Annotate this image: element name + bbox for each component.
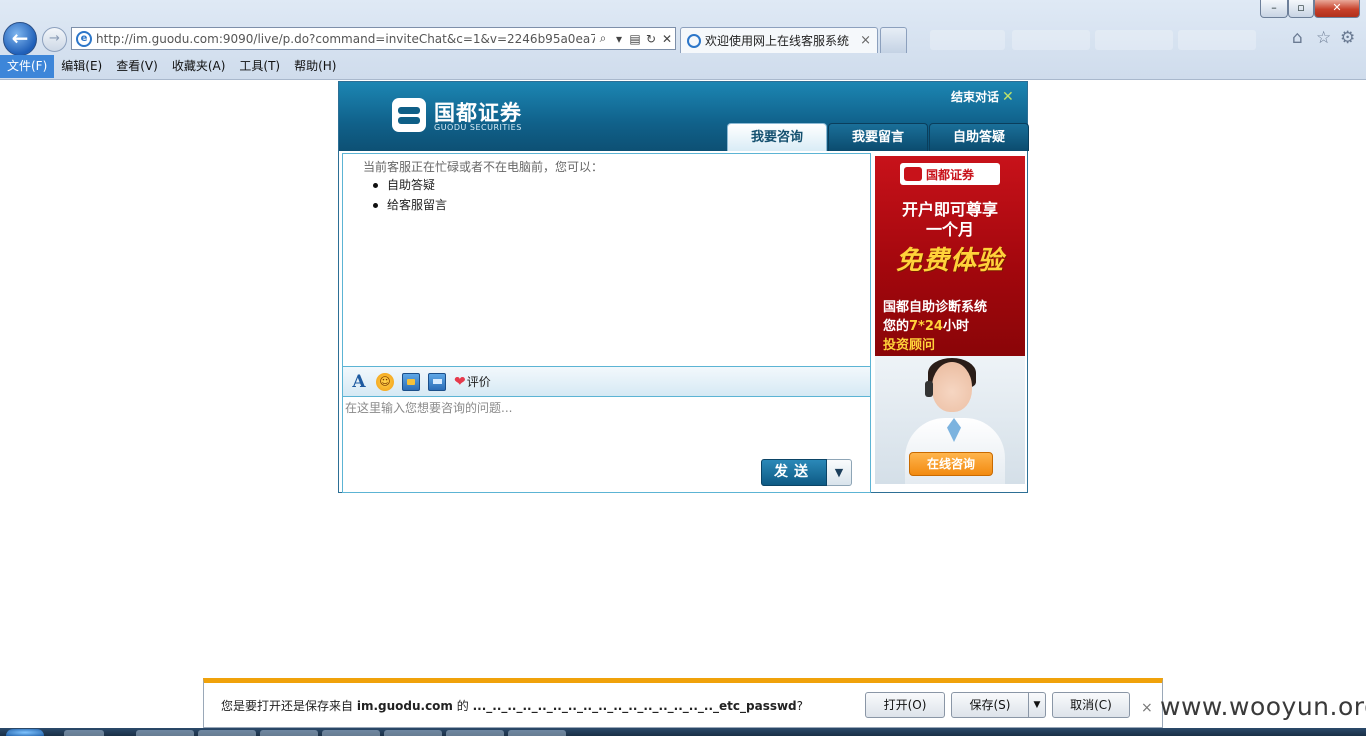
ad-banner[interactable]: 国都证券 开户即可尊享 一个月 免费体验 国都自助诊断系统 您的7*24小时 投… [875,156,1025,356]
tab-consult[interactable]: 我要咨询 [727,123,827,151]
headset-icon [925,381,933,397]
tab-close-icon[interactable]: × [860,33,871,48]
taskbar-item[interactable] [198,730,256,736]
refresh-icon[interactable]: ↻ [643,32,659,46]
download-host: im.guodu.com [356,699,453,713]
guodu-logo-icon [392,98,426,132]
ad-hours-prefix: 您的 [883,319,910,334]
emoji-icon[interactable]: ☺ [376,372,394,391]
agent-face [932,362,972,412]
send-options-dropdown[interactable]: ▼ [827,459,852,486]
watermark: www.wooyun.org [1160,692,1366,721]
option-leave-message-link[interactable]: 给客服留言 [373,195,447,215]
download-prefix: 您是要打开还是保存来自 [221,699,357,713]
heart-icon: ❤ [454,373,466,390]
send-button[interactable]: 发送 [761,459,827,486]
background-tab[interactable] [1012,30,1090,50]
taskbar-item[interactable] [508,730,566,736]
end-chat-label: 结束对话 [951,90,1000,104]
ad-hours: 您的7*24小时 [883,315,969,334]
menu-favorites[interactable]: 收藏夹(A) [165,55,233,78]
option-list: 自助答疑 给客服留言 [373,175,447,215]
tab-active[interactable]: 欢迎使用网上在线客服系统 × [680,27,878,53]
ie-page-icon: e [76,30,92,47]
taskbar-item[interactable] [322,730,380,736]
background-tab[interactable] [930,30,1005,50]
address-url[interactable]: http://im.guodu.com:9090/live/p.do?comma… [96,32,595,46]
menu-bar: 文件(F) 编辑(E) 查看(V) 收藏夹(A) 工具(T) 帮助(H) [0,55,1366,78]
ad-agent-panel: 在线咨询 [875,356,1025,484]
option-self-help-link[interactable]: 自助答疑 [373,175,447,195]
open-button[interactable]: 打开(O) [865,692,945,718]
rate-label: 评价 [466,375,491,389]
ad-headline-2: 一个月 [925,220,974,239]
forward-button[interactable]: → [42,27,67,52]
tab-leave-message[interactable]: 我要留言 [828,123,928,151]
taskbar-item[interactable] [136,730,194,736]
online-consult-button[interactable]: 在线咨询 [909,452,993,476]
menu-edit[interactable]: 编辑(E) [54,55,109,78]
download-suffix: ? [796,699,804,713]
arrow-right-icon: → [49,31,60,46]
taskbar-item[interactable] [260,730,318,736]
chat-window: 国都证券 GUODU SECURITIES 结束对话 ✕ 我要咨询 我要留言 自… [338,81,1029,493]
menu-file[interactable]: 文件(F) [0,55,55,78]
input-area: 发送 ▼ [342,396,871,493]
close-window-button[interactable]: ✕ [1314,0,1360,18]
close-icon: ✕ [1002,88,1014,105]
message-area: 当前客服正在忙碌或者不在电脑前，您可以： 自助答疑 给客服留言 [342,153,871,367]
background-tab[interactable] [1178,30,1256,50]
ad-logo-text: 国都证券 [926,167,975,182]
font-icon[interactable]: A [350,372,368,392]
home-icon[interactable]: ⌂ [1292,28,1303,48]
minimize-button[interactable]: – [1260,0,1288,18]
taskbar-item[interactable] [384,730,442,736]
browser-chrome: – ▫ ✕ ← → e http://im.guodu.com:9090/liv… [0,0,1366,80]
save-dropdown-button[interactable]: ▼ [1029,692,1046,718]
address-bar[interactable]: e http://im.guodu.com:9090/live/p.do?com… [71,27,676,50]
menu-view[interactable]: 查看(V) [109,55,165,78]
favorites-star-icon[interactable]: ☆ [1316,28,1331,48]
brand-subtitle: GUODU SECURITIES [434,123,522,132]
ad-hours-suffix: 小时 [942,319,969,334]
rate-button[interactable]: ❤ 评价 [454,373,491,390]
back-button[interactable]: ← [3,22,37,56]
stop-icon[interactable]: ✕ [659,32,675,46]
chat-toolbar: A ☺ ❤ 评价 [342,367,871,396]
download-filename: ..._.._.._.._.._.._.._.._.._.._.._.._.._… [472,699,797,713]
ad-system-name: 国都自助诊断系统 [883,300,988,315]
background-tab[interactable] [1095,30,1173,50]
send-image-icon[interactable] [402,372,420,391]
new-tab-button[interactable] [880,27,907,53]
taskbar-item[interactable] [446,730,504,736]
screenshot-icon[interactable] [428,372,446,391]
chat-header: 国都证券 GUODU SECURITIES 结束对话 ✕ 我要咨询 我要留言 自… [339,82,1029,151]
compatibility-view-icon[interactable]: ▤ [627,32,643,46]
ad-hours-highlight: 7*24 [909,319,943,334]
ad-free-trial: 免费体验 [895,246,1004,276]
gear-icon[interactable]: ⚙ [1340,28,1355,48]
tab-self-help[interactable]: 自助答疑 [929,123,1029,151]
menu-tools[interactable]: 工具(T) [232,55,287,78]
guodu-logo-icon [904,167,922,181]
taskbar-item[interactable] [64,730,104,736]
download-notification-bar: 您是要打开还是保存来自 im.guodu.com 的 ..._.._.._.._… [203,678,1163,728]
tab-title: 欢迎使用网上在线客服系统 [705,34,850,48]
download-prompt: 您是要打开还是保存来自 im.guodu.com 的 ..._.._.._.._… [221,697,803,714]
save-button[interactable]: 保存(S) [951,692,1029,718]
status-message: 当前客服正在忙碌或者不在电脑前，您可以： [363,160,604,174]
ie-tab-icon [687,33,701,48]
download-middle: 的 [452,699,473,713]
end-chat-button[interactable]: 结束对话 ✕ [951,88,1014,105]
close-icon[interactable]: × [1141,700,1153,716]
ad-advisor: 投资顾问 [883,338,936,353]
ad-logo: 国都证券 [900,163,1000,185]
start-button[interactable] [6,729,44,736]
dropdown-arrow-icon[interactable]: ▾ [611,32,627,46]
cancel-button[interactable]: 取消(C) [1052,692,1130,718]
menu-help[interactable]: 帮助(H) [287,55,343,78]
search-icon[interactable]: ⌕ [595,31,611,46]
arrow-left-icon: ← [11,26,29,50]
maximize-button[interactable]: ▫ [1288,0,1314,18]
